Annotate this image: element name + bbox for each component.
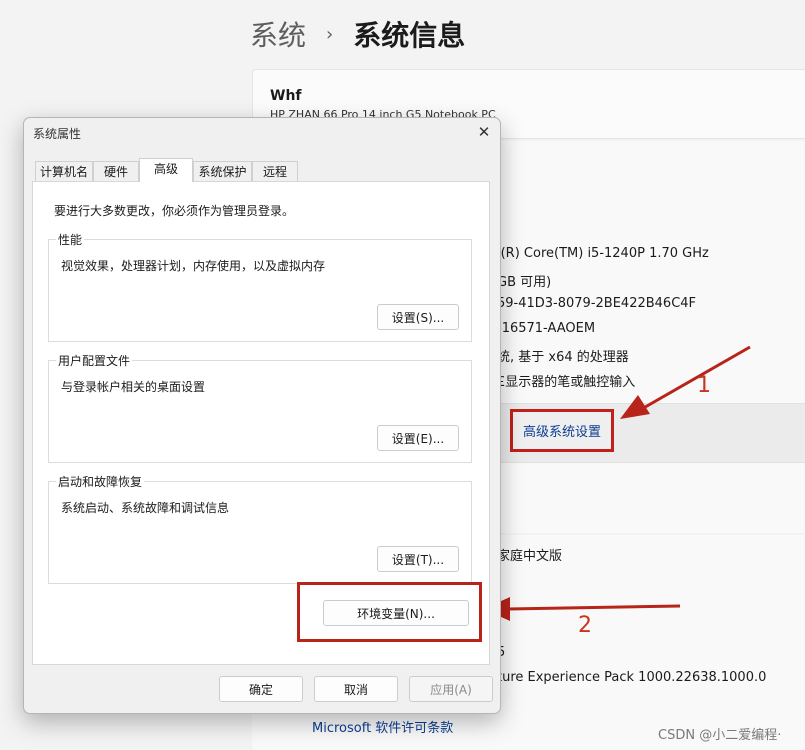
cancel-button[interactable]: 取消	[314, 676, 398, 702]
close-icon[interactable]: ✕	[472, 121, 496, 143]
tab-remote[interactable]: 远程	[252, 161, 298, 181]
tab-system-protection[interactable]: 系统保护	[193, 161, 252, 181]
user-profiles-settings-button[interactable]: 设置(E)...	[377, 425, 459, 451]
dialog-title: 系统属性	[33, 127, 82, 141]
annotation-number-1: 1	[697, 373, 711, 398]
arrow-1-head	[620, 395, 650, 419]
admin-note: 要进行大多数更改，你必须作为管理员登录。	[54, 204, 295, 218]
user-profiles-group: 用户配置文件 与登录帐户相关的桌面设置 设置(E)...	[48, 352, 472, 463]
arrow-2-shaft	[504, 604, 681, 611]
arrow-1-shaft	[639, 345, 751, 412]
startup-recovery-settings-button[interactable]: 设置(T)...	[377, 546, 459, 572]
ok-button[interactable]: 确定	[219, 676, 303, 702]
annotation-number-2: 2	[578, 613, 592, 638]
tab-advanced[interactable]: 高级	[139, 158, 193, 182]
user-profiles-desc: 与登录帐户相关的桌面设置	[61, 380, 206, 394]
environment-variables-highlight	[297, 582, 482, 642]
performance-settings-button[interactable]: 设置(S)...	[377, 304, 459, 330]
startup-recovery-group: 启动和故障恢复 系统启动、系统故障和调试信息 设置(T)...	[48, 473, 472, 584]
performance-desc: 视觉效果，处理器计划，内存使用，以及虚拟内存	[61, 259, 326, 273]
performance-group: 性能 视觉效果，处理器计划，内存使用，以及虚拟内存 设置(S)...	[48, 231, 472, 342]
startup-recovery-desc: 系统启动、系统故障和调试信息	[61, 501, 230, 515]
tab-hardware[interactable]: 硬件	[93, 161, 139, 181]
startup-recovery-title: 启动和故障恢复	[56, 473, 145, 490]
user-profiles-title: 用户配置文件	[56, 352, 133, 369]
tab-computer-name[interactable]: 计算机名	[35, 161, 93, 181]
apply-button[interactable]: 应用(A)	[409, 676, 493, 702]
watermark: CSDN @小二爱编程·	[658, 728, 782, 743]
performance-title: 性能	[56, 231, 85, 248]
